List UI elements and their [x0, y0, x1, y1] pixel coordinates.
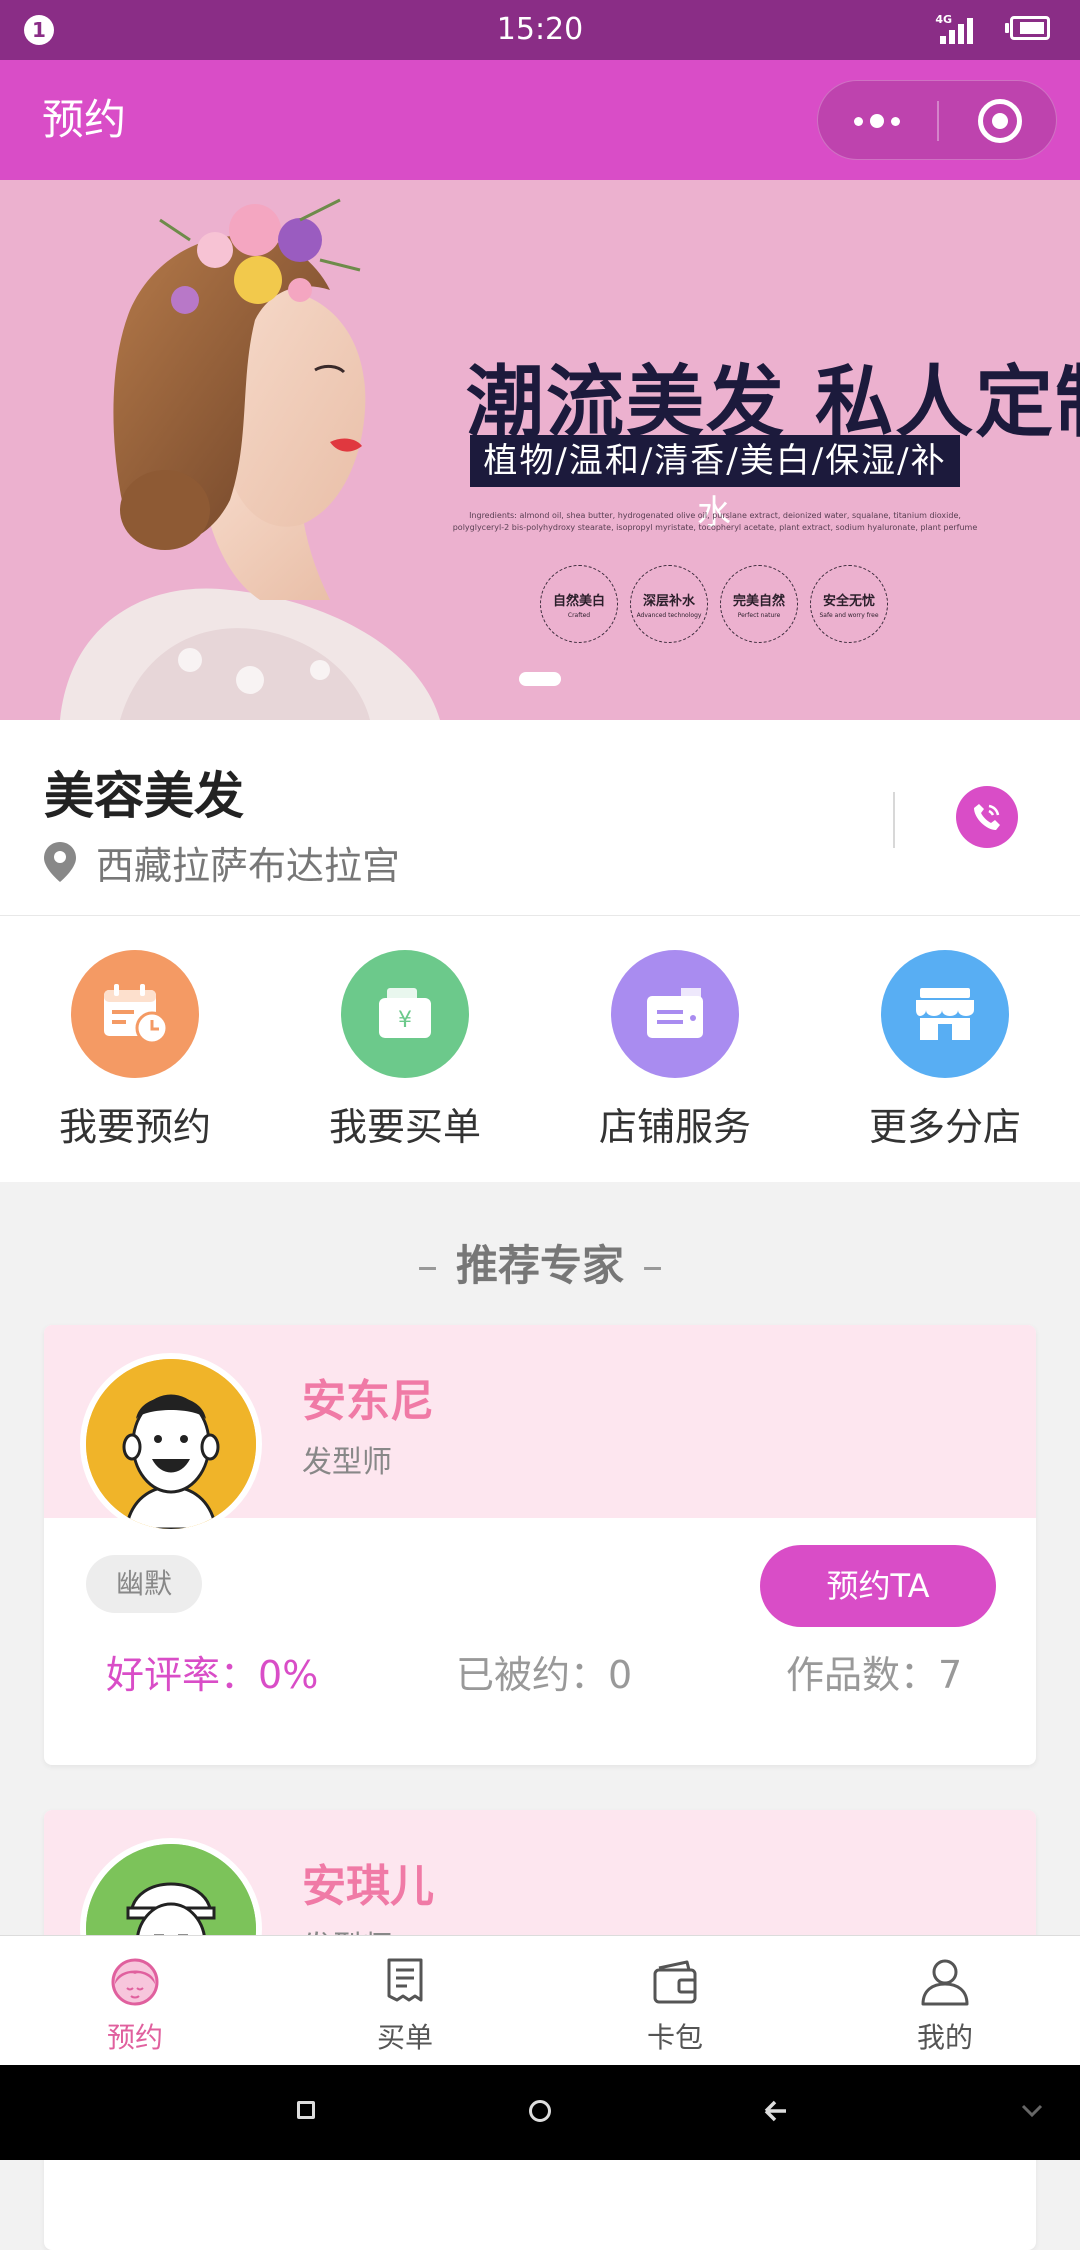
- chevron-down-icon[interactable]: [1020, 2101, 1044, 2121]
- expert-role: 发型师: [302, 1445, 392, 1480]
- location-pin-icon: [44, 842, 76, 882]
- expert-stats: 好评率：0% 已被约：0 作品数：7: [44, 1645, 1036, 1705]
- nav-header: 预约: [0, 60, 1080, 180]
- quick-actions: 我要预约 ¥ 我要买单 店铺服务 更多分店: [0, 916, 1080, 1182]
- status-bar: 1 15:20 4G: [0, 0, 1080, 60]
- tab-card-wallet[interactable]: 卡包: [540, 1936, 810, 2065]
- banner-badge: 自然美白 Crafted: [540, 565, 618, 643]
- shop-address[interactable]: 西藏拉萨布达拉宫: [44, 832, 400, 892]
- storefront-icon: [881, 950, 1009, 1078]
- close-miniprogram-button[interactable]: [978, 99, 1022, 143]
- tab-pay[interactable]: 买单: [270, 1936, 540, 2065]
- model-photo: [60, 198, 440, 720]
- book-expert-button[interactable]: 预约TA: [760, 1545, 996, 1627]
- promo-banner[interactable]: 潮流美发 私人定制 植物/温和/清香/美白/保湿/补水 Ingredients:…: [0, 180, 1080, 720]
- calendar-clock-icon: [71, 950, 199, 1078]
- capsule-divider: [937, 101, 939, 141]
- bottom-tab-bar: 预约 买单 卡包 我的: [0, 1935, 1080, 2065]
- tab-label: 我的: [916, 2021, 973, 2054]
- girl-face-icon: [111, 1958, 159, 2006]
- banner-fine-print: Ingredients: almond oil, shea butter, hy…: [452, 511, 978, 532]
- receipt-icon: [387, 1958, 423, 2002]
- divider: [893, 792, 895, 848]
- recent-apps-button[interactable]: [297, 2101, 315, 2119]
- expert-name: 安东尼: [302, 1376, 434, 1427]
- avatar: [80, 1353, 262, 1535]
- miniprogram-capsule: [817, 80, 1057, 160]
- rating-stat: 好评率：0%: [106, 1653, 319, 1697]
- svg-text:¥: ¥: [398, 1008, 412, 1033]
- home-button[interactable]: [529, 2100, 551, 2122]
- expert-name: 安琪儿: [302, 1861, 434, 1912]
- banner-badge: 安全无忧 Safe and worry free: [810, 565, 888, 643]
- expert-card[interactable]: 安东尼 发型师 幽默 预约TA 好评率：0% 已被约：0 作品数：7: [44, 1325, 1036, 1765]
- carousel-indicator[interactable]: [519, 672, 561, 686]
- quick-action-label: 店铺服务: [598, 1105, 751, 1149]
- quick-action-label: 我要预约: [58, 1105, 211, 1149]
- shop-info: 美容美发 西藏拉萨布达拉宫: [0, 720, 1080, 916]
- tab-book[interactable]: 预约: [0, 1936, 270, 2065]
- tab-label: 预约: [106, 2021, 163, 2054]
- more-dots-icon: [854, 116, 863, 126]
- shop-address-text: 西藏拉萨布达拉宫: [96, 843, 401, 888]
- more-button[interactable]: [818, 81, 936, 161]
- phone-icon: [974, 804, 1000, 830]
- person-icon: [921, 1959, 969, 2006]
- booked-stat: 已被约：0: [456, 1653, 633, 1697]
- quick-action-label: 更多分店: [868, 1105, 1021, 1149]
- status-time: 15:20: [496, 12, 584, 47]
- card-folder-icon: [611, 950, 739, 1078]
- expert-tag: 幽默: [86, 1555, 203, 1613]
- system-nav-bar: [0, 2065, 1080, 2160]
- shop-name: 美容美发: [44, 767, 244, 825]
- banner-badges: 自然美白 Crafted 深层补水 Advanced technology 完美自然…: [540, 565, 888, 643]
- banner-badge: 深层补水 Advanced technology: [630, 565, 708, 643]
- section-title: – 推荐专家 –: [416, 1241, 663, 1290]
- call-shop-button[interactable]: [956, 786, 1018, 848]
- wallet-yen-icon: ¥: [341, 950, 469, 1078]
- works-stat: 作品数：7: [786, 1653, 963, 1697]
- quick-action-label: 我要买单: [328, 1105, 481, 1149]
- tab-label: 买单: [376, 2021, 433, 2054]
- quick-action-pay[interactable]: ¥ 我要买单: [270, 916, 540, 1182]
- battery-icon: [1005, 16, 1050, 40]
- page-title: 预约: [42, 95, 127, 144]
- tab-mine[interactable]: 我的: [810, 1936, 1080, 2065]
- quick-action-book[interactable]: 我要预约: [0, 916, 270, 1182]
- banner-badge: 完美自然 Perfect nature: [720, 565, 798, 643]
- tab-label: 卡包: [646, 2021, 703, 2054]
- quick-action-services[interactable]: 店铺服务: [540, 916, 810, 1182]
- back-button[interactable]: [762, 2093, 790, 2129]
- signal-icon: [940, 18, 973, 44]
- quick-action-branches[interactable]: 更多分店: [810, 916, 1080, 1182]
- banner-subline: 植物/温和/清香/美白/保湿/补水: [470, 435, 960, 533]
- card-wallet-icon: [653, 1960, 697, 2004]
